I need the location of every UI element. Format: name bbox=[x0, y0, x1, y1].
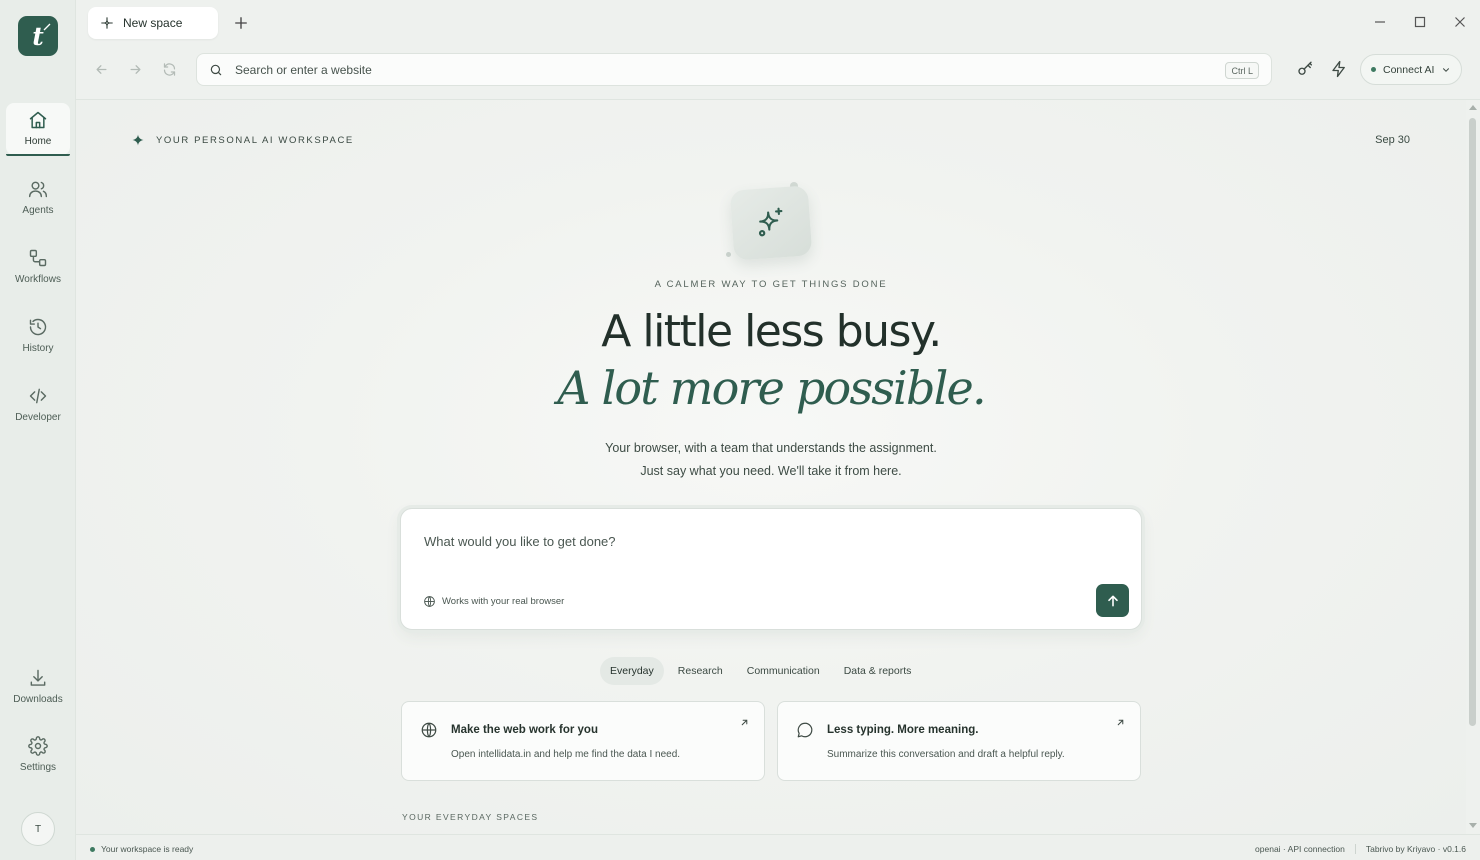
suggestion-card[interactable]: Make the web work for you Open intellida… bbox=[401, 701, 765, 781]
sidebar-item-label: Home bbox=[24, 136, 52, 147]
arrow-up-icon bbox=[1107, 595, 1118, 606]
sidebar-item-developer[interactable]: Developer bbox=[6, 379, 70, 431]
arrow-up-right-icon bbox=[741, 719, 748, 726]
forward-arrow-icon[interactable] bbox=[128, 62, 143, 77]
connect-ai-label: Connect AI bbox=[1383, 63, 1435, 76]
chevron-down-icon bbox=[1443, 67, 1450, 72]
hero-headline-line2: A lot more possible. bbox=[557, 361, 986, 415]
card-title: Make the web work for you bbox=[451, 724, 598, 736]
sidebar-item-downloads[interactable]: Downloads bbox=[6, 661, 70, 713]
home-page: YOUR PERSONAL AI WORKSPACE Sep 30 A CALM… bbox=[76, 100, 1466, 834]
reload-icon[interactable] bbox=[162, 62, 177, 77]
hero-tagline: A CALMER WAY TO GET THINGS DONE bbox=[654, 279, 888, 290]
date-label: Sep 30 bbox=[1375, 134, 1410, 146]
new-tab-plus-icon[interactable] bbox=[232, 14, 250, 32]
status-bar: Your workspace is ready openai · API con… bbox=[76, 834, 1480, 860]
download-icon bbox=[30, 669, 46, 686]
decor-dot bbox=[726, 252, 731, 257]
tab-data-reports[interactable]: Data & reports bbox=[834, 657, 922, 685]
scroll-up-arrow-icon[interactable] bbox=[1469, 105, 1477, 110]
workflow-icon bbox=[29, 249, 47, 267]
arrow-up-right-icon bbox=[1117, 719, 1124, 726]
tab-communication[interactable]: Communication bbox=[737, 657, 830, 685]
category-tabs: Everyday Research Communication Data & r… bbox=[600, 657, 921, 685]
gear-icon bbox=[28, 736, 48, 756]
composer-placeholder: What would you like to get done? bbox=[424, 534, 616, 549]
globe-icon bbox=[424, 596, 435, 607]
eyebrow-text: YOUR PERSONAL AI WORKSPACE bbox=[156, 134, 354, 146]
sidebar-item-workflows[interactable]: Workflows bbox=[6, 241, 70, 293]
sidebar-item-agents[interactable]: Agents bbox=[6, 172, 70, 224]
sparkles-icon bbox=[758, 207, 783, 237]
connect-ai-button[interactable]: Connect AI bbox=[1360, 54, 1462, 85]
tab-title: New space bbox=[123, 16, 183, 30]
scrollbar-thumb[interactable] bbox=[1469, 118, 1476, 726]
scrollbar[interactable] bbox=[1466, 100, 1480, 834]
tab-research[interactable]: Research bbox=[668, 657, 733, 685]
back-arrow-icon[interactable] bbox=[94, 62, 109, 77]
hero-headline-line1: A little less busy. bbox=[601, 306, 942, 357]
sidebar-item-settings[interactable]: Settings bbox=[6, 729, 70, 781]
hero-sparkle-badge bbox=[729, 185, 813, 261]
four-point-star-icon bbox=[132, 134, 144, 146]
key-icon[interactable] bbox=[1296, 60, 1314, 78]
status-separator bbox=[1354, 844, 1356, 854]
left-rail: t Home Agents Workflows History Develope… bbox=[0, 0, 76, 860]
card-description: Open intellidata.in and help me find the… bbox=[451, 749, 681, 760]
hero-subtitle-line1: Your browser, with a team that understan… bbox=[605, 441, 937, 455]
status-version: Tabrivo by Kriyavo · v0.1.6 bbox=[1365, 844, 1466, 854]
composer-hint-text: Works with your real browser bbox=[442, 596, 565, 607]
chat-bubble-icon bbox=[797, 722, 813, 738]
lightning-icon[interactable] bbox=[1330, 60, 1348, 78]
task-composer[interactable]: What would you like to get done? Works w… bbox=[400, 508, 1142, 630]
card-title: Less typing. More meaning. bbox=[827, 724, 979, 736]
sidebar-item-label: Workflows bbox=[15, 274, 61, 285]
sidebar-item-history[interactable]: History bbox=[6, 310, 70, 362]
status-ready-text: Your workspace is ready bbox=[101, 844, 194, 854]
sidebar-item-label: History bbox=[22, 343, 54, 354]
section-label-everyday-spaces: YOUR EVERYDAY SPACES bbox=[402, 812, 539, 822]
status-connection: openai · API connection bbox=[1255, 844, 1345, 854]
sidebar-item-label: Agents bbox=[22, 205, 54, 216]
tab-new-space[interactable]: New space bbox=[88, 7, 218, 39]
scroll-down-arrow-icon[interactable] bbox=[1469, 823, 1477, 828]
maximize-icon[interactable] bbox=[1413, 15, 1427, 29]
minimize-icon[interactable] bbox=[1373, 15, 1387, 29]
ready-dot bbox=[90, 846, 95, 852]
card-description: Summarize this conversation and draft a … bbox=[827, 749, 1065, 760]
logo-tick-icon bbox=[43, 23, 51, 31]
tab-everyday[interactable]: Everyday bbox=[600, 657, 664, 685]
sidebar-item-label: Downloads bbox=[13, 694, 63, 705]
sidebar-item-home[interactable]: Home bbox=[6, 103, 70, 156]
workspace-eyebrow: YOUR PERSONAL AI WORKSPACE bbox=[132, 134, 354, 146]
sparkle-icon bbox=[101, 17, 113, 29]
avatar[interactable]: T bbox=[21, 812, 55, 846]
globe-icon bbox=[421, 722, 437, 738]
status-left: Your workspace is ready bbox=[90, 844, 193, 854]
status-dot bbox=[1371, 67, 1376, 72]
close-icon[interactable] bbox=[1453, 15, 1467, 29]
code-icon bbox=[29, 388, 47, 404]
send-button[interactable] bbox=[1096, 584, 1129, 617]
suggestion-card[interactable]: Less typing. More meaning. Summarize thi… bbox=[777, 701, 1141, 781]
home-icon bbox=[29, 111, 47, 129]
composer-hint: Works with your real browser bbox=[423, 595, 564, 608]
sidebar-item-label: Settings bbox=[19, 762, 57, 773]
sidebar-item-label: Developer bbox=[15, 412, 61, 423]
address-bar[interactable]: Search or enter a website Ctrl L bbox=[196, 53, 1272, 86]
app-logo[interactable]: t bbox=[18, 16, 58, 56]
address-bar-placeholder: Search or enter a website bbox=[235, 62, 372, 77]
avatar-initial: T bbox=[34, 823, 42, 835]
status-right: openai · API connection Tabrivo by Kriya… bbox=[1255, 844, 1466, 854]
search-icon bbox=[210, 64, 222, 75]
users-icon bbox=[28, 181, 48, 198]
hero-subtitle-line2: Just say what you need. We'll take it fr… bbox=[640, 464, 902, 478]
history-icon bbox=[29, 318, 47, 336]
shortcut-badge: Ctrl L bbox=[1225, 62, 1259, 79]
